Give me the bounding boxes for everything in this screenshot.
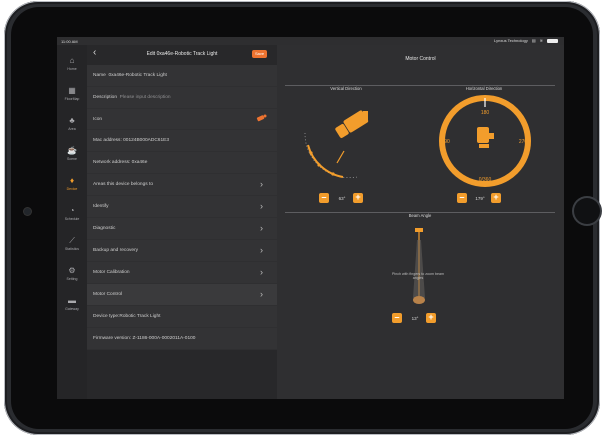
- beam-value: 13°: [411, 316, 419, 321]
- scene-icon: ☕: [67, 146, 77, 155]
- beam-angle-label: Beam Angle: [408, 213, 432, 218]
- signal-icon: ▤: [531, 38, 536, 43]
- name-label: Name: [93, 73, 106, 78]
- diagnostic-label: Diagnostic: [93, 226, 116, 231]
- sidebar-item-device[interactable]: ♦ Device: [57, 173, 87, 199]
- network-row: Network address: 0xa46e: [87, 152, 277, 174]
- sidebar-item-label: Device: [66, 187, 78, 191]
- mac-row: Mac address: 00124B000ADC61E3: [87, 130, 277, 152]
- sidebar-item-gateway[interactable]: ▬ Gateway: [57, 293, 87, 319]
- diagnostic-row[interactable]: Diagnostic ›: [87, 218, 277, 240]
- beam-increase-button[interactable]: +: [426, 313, 436, 323]
- spotlight-icon[interactable]: [255, 114, 267, 123]
- sidebar-item-label: Statistics: [64, 247, 79, 251]
- chevron-right-icon: ›: [260, 201, 263, 211]
- sidebar-item-label: Home: [67, 67, 77, 71]
- chevron-right-icon: ›: [260, 267, 263, 277]
- status-bar: 11:00 AM Lynxus Technology ▤ ≋: [57, 37, 564, 45]
- sidebar-item-floormap[interactable]: ▦ FloorMap: [57, 83, 87, 109]
- compass-bottom-label: 0/360: [479, 177, 492, 183]
- backup-row[interactable]: Backup and recovery ›: [87, 240, 277, 262]
- description-label: Description: [93, 95, 117, 100]
- compass-right-label: 270: [519, 139, 528, 145]
- motor-control-label: Motor Control: [93, 292, 123, 297]
- vertical-increase-button[interactable]: +: [353, 193, 363, 203]
- sidebar-item-label: Area: [68, 127, 76, 131]
- page-title: Edit 0xa46e-Robotic Track Light: [146, 51, 218, 57]
- chevron-right-icon: ›: [260, 223, 263, 233]
- horizontal-direction-compass[interactable]: 180 270 0/360 90: [435, 91, 535, 191]
- gear-icon: ⚙: [68, 266, 76, 275]
- status-time: 11:00 AM: [61, 39, 78, 44]
- areas-label: Areas this device belongs to: [93, 182, 153, 187]
- sidebar-item-label: Setting: [66, 277, 78, 281]
- name-value[interactable]: 0xa46e-Robotic Track Light: [108, 73, 166, 78]
- motor-control-panel: Motor Control Vertical Direction Horizon…: [277, 45, 564, 399]
- sidebar-item-label: FloorMap: [64, 97, 80, 101]
- chevron-right-icon: ›: [260, 245, 263, 255]
- calibration-label: Motor Calibration: [93, 270, 130, 275]
- sidebar-item-label: Schedule: [64, 217, 80, 221]
- description-row[interactable]: Description Please input description: [87, 87, 277, 109]
- icon-row[interactable]: Icon: [87, 109, 277, 130]
- beam-decrease-button[interactable]: –: [392, 313, 402, 323]
- panel-title: Motor Control: [405, 56, 436, 62]
- description-input[interactable]: Please input description: [120, 95, 171, 100]
- sidebar-item-area[interactable]: ♣ Area: [57, 113, 87, 139]
- name-row[interactable]: Name 0xa46e-Robotic Track Light: [87, 65, 277, 87]
- compass-left-label: 90: [444, 139, 450, 145]
- home-button[interactable]: [574, 198, 600, 224]
- backup-label: Backup and recovery: [93, 248, 139, 253]
- sidebar-item-home[interactable]: ⌂ Home: [57, 53, 87, 79]
- gateway-icon: ▬: [68, 296, 76, 305]
- area-icon: ♣: [69, 116, 75, 125]
- status-carrier: Lynxus Technology: [494, 38, 528, 43]
- mac-address: Mac address: 00124B000ADC61E3: [93, 138, 169, 143]
- clock-icon: ◔: [69, 206, 75, 215]
- areas-row[interactable]: Areas this device belongs to ›: [87, 174, 277, 196]
- identify-row[interactable]: Identify ›: [87, 196, 277, 218]
- vertical-decrease-button[interactable]: –: [319, 193, 329, 203]
- sidebar-item-label: Scene: [67, 157, 77, 161]
- vertical-direction-dial[interactable]: [297, 93, 397, 188]
- sidebar-item-schedule[interactable]: ◔ Schedule: [57, 203, 87, 229]
- icon-label: Icon: [93, 117, 103, 122]
- beam-hint: Pinch with fingers to zoom beam angles: [392, 272, 444, 280]
- device-type: Device type:Robotic Track Light: [93, 314, 161, 319]
- chevron-right-icon: ›: [260, 179, 263, 189]
- save-button[interactable]: Save: [252, 50, 267, 58]
- horizontal-decrease-button[interactable]: –: [457, 193, 467, 203]
- calibration-row[interactable]: Motor Calibration ›: [87, 262, 277, 284]
- chevron-right-icon: ›: [260, 289, 263, 299]
- device-type-row: Device type:Robotic Track Light: [87, 306, 277, 328]
- vertical-direction-label: Vertical Direction: [330, 86, 362, 91]
- compass-top-label: 180: [481, 110, 490, 116]
- horizontal-increase-button[interactable]: +: [491, 193, 501, 203]
- app-screen: 11:00 AM Lynxus Technology ▤ ≋ ⌂ Home ▦ Fl…: [57, 37, 564, 399]
- sidebar: ⌂ Home ▦ FloorMap ♣ Area ☕ Scene ♦ Device ◔ Sc…: [57, 45, 87, 399]
- firmware-version: Firmware version: Z-1186-000A-0002011A-0…: [93, 336, 196, 341]
- sidebar-item-scene[interactable]: ☕ Scene: [57, 143, 87, 169]
- sidebar-item-statistics[interactable]: ⟋ Statistics: [57, 233, 87, 259]
- battery-icon: [547, 38, 558, 43]
- camera: [24, 208, 31, 215]
- sidebar-item-setting[interactable]: ⚙ Setting: [57, 263, 87, 289]
- home-icon: ⌂: [69, 56, 75, 65]
- beam-angle-visual[interactable]: [389, 228, 449, 310]
- network-address: Network address: 0xa46e: [93, 160, 148, 165]
- identify-label: Identify: [93, 204, 109, 209]
- bulb-icon: ♦: [69, 176, 75, 185]
- vertical-value: 63°: [338, 196, 346, 201]
- firmware-row: Firmware version: Z-1186-000A-0002011A-0…: [87, 328, 277, 350]
- motor-control-row[interactable]: Motor Control ›: [87, 284, 277, 306]
- wifi-icon: ≋: [539, 38, 543, 43]
- horizontal-value: 179°: [475, 196, 485, 201]
- floormap-icon: ▦: [68, 86, 76, 95]
- chart-icon: ⟋: [69, 236, 75, 245]
- device-settings-panel: ‹ Edit 0xa46e-Robotic Track Light Save N…: [87, 45, 277, 399]
- sidebar-item-label: Gateway: [65, 307, 79, 311]
- panel-header: ‹ Edit 0xa46e-Robotic Track Light Save: [87, 45, 277, 63]
